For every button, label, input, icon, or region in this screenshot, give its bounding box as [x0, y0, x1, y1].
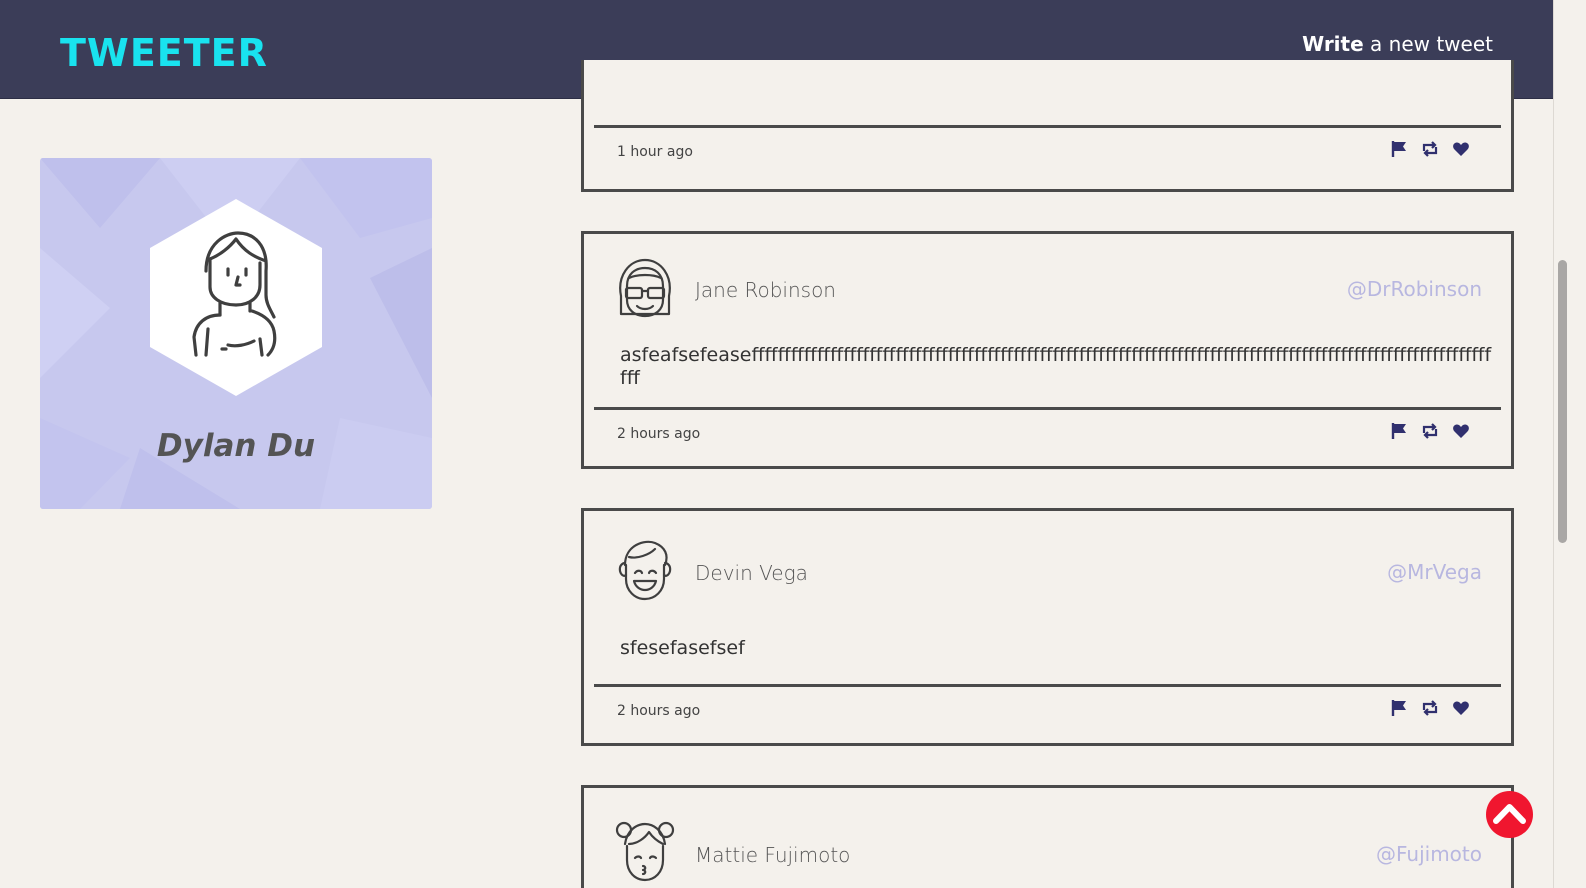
- flag-icon[interactable]: [1390, 422, 1408, 440]
- brand-logo[interactable]: TWEETER: [60, 34, 268, 72]
- compose-label-bold: Write: [1302, 32, 1364, 56]
- profile-name: Dylan Du: [156, 428, 316, 464]
- tweet-divider: [594, 407, 1501, 410]
- avatar-glasses-icon: [619, 258, 671, 318]
- scrollbar-thumb[interactable]: [1558, 260, 1567, 543]
- tweet-actions: [1390, 422, 1478, 440]
- tweet-divider: [594, 125, 1501, 128]
- tweet-timestamp: 2 hours ago: [617, 703, 701, 719]
- female-avatar-icon: [150, 199, 322, 396]
- tweet-timestamp: 1 hour ago: [617, 144, 693, 160]
- write-new-tweet-label: Write a new tweet: [1293, 32, 1493, 56]
- tweet-card: Mattie Fujimoto @Fujimoto: [581, 785, 1514, 888]
- page-scrollbar[interactable]: [1553, 0, 1586, 888]
- avatar-kissing-girl-icon: [615, 821, 675, 882]
- tweet-author-name: Devin Vega: [695, 561, 808, 585]
- flag-icon[interactable]: [1390, 699, 1408, 717]
- tweet-timestamp: 2 hours ago: [617, 426, 701, 442]
- compose-label-rest: a new tweet: [1363, 32, 1493, 56]
- tweet-author-handle: @Fujimoto: [1376, 842, 1482, 866]
- chevron-up-icon: [1493, 804, 1526, 824]
- retweet-icon[interactable]: [1421, 422, 1439, 440]
- retweet-icon[interactable]: [1421, 699, 1439, 717]
- tweet-card: Devin Vega @MrVega sfesefasefsef 2 hours…: [581, 508, 1514, 746]
- tweet-author-name: Jane Robinson: [695, 278, 836, 302]
- tweet-author-name: Mattie Fujimoto: [695, 843, 851, 867]
- tweet-actions: [1390, 699, 1478, 717]
- tweet-divider: [594, 684, 1501, 687]
- tweet-card: 1 hour ago: [581, 60, 1514, 192]
- tweet-content: sfesefasefsef: [620, 637, 745, 659]
- tweet-content: asfeafsefeasefffffffffffffffffffffffffff…: [620, 344, 1492, 389]
- tweet-actions: [1390, 140, 1478, 158]
- scroll-to-top-button[interactable]: [1486, 791, 1533, 838]
- tweet-card: Jane Robinson @DrRobinson asfeafsefeasef…: [581, 231, 1514, 469]
- tweet-author-handle: @DrRobinson: [1346, 277, 1482, 301]
- profile-card: Dylan Du: [40, 158, 432, 509]
- heart-icon[interactable]: [1452, 140, 1470, 158]
- heart-icon[interactable]: [1452, 422, 1470, 440]
- flag-icon[interactable]: [1390, 140, 1408, 158]
- avatar-smiling-man-icon: [618, 540, 672, 601]
- tweet-author-handle: @MrVega: [1387, 560, 1482, 584]
- heart-icon[interactable]: [1452, 699, 1470, 717]
- retweet-icon[interactable]: [1421, 140, 1439, 158]
